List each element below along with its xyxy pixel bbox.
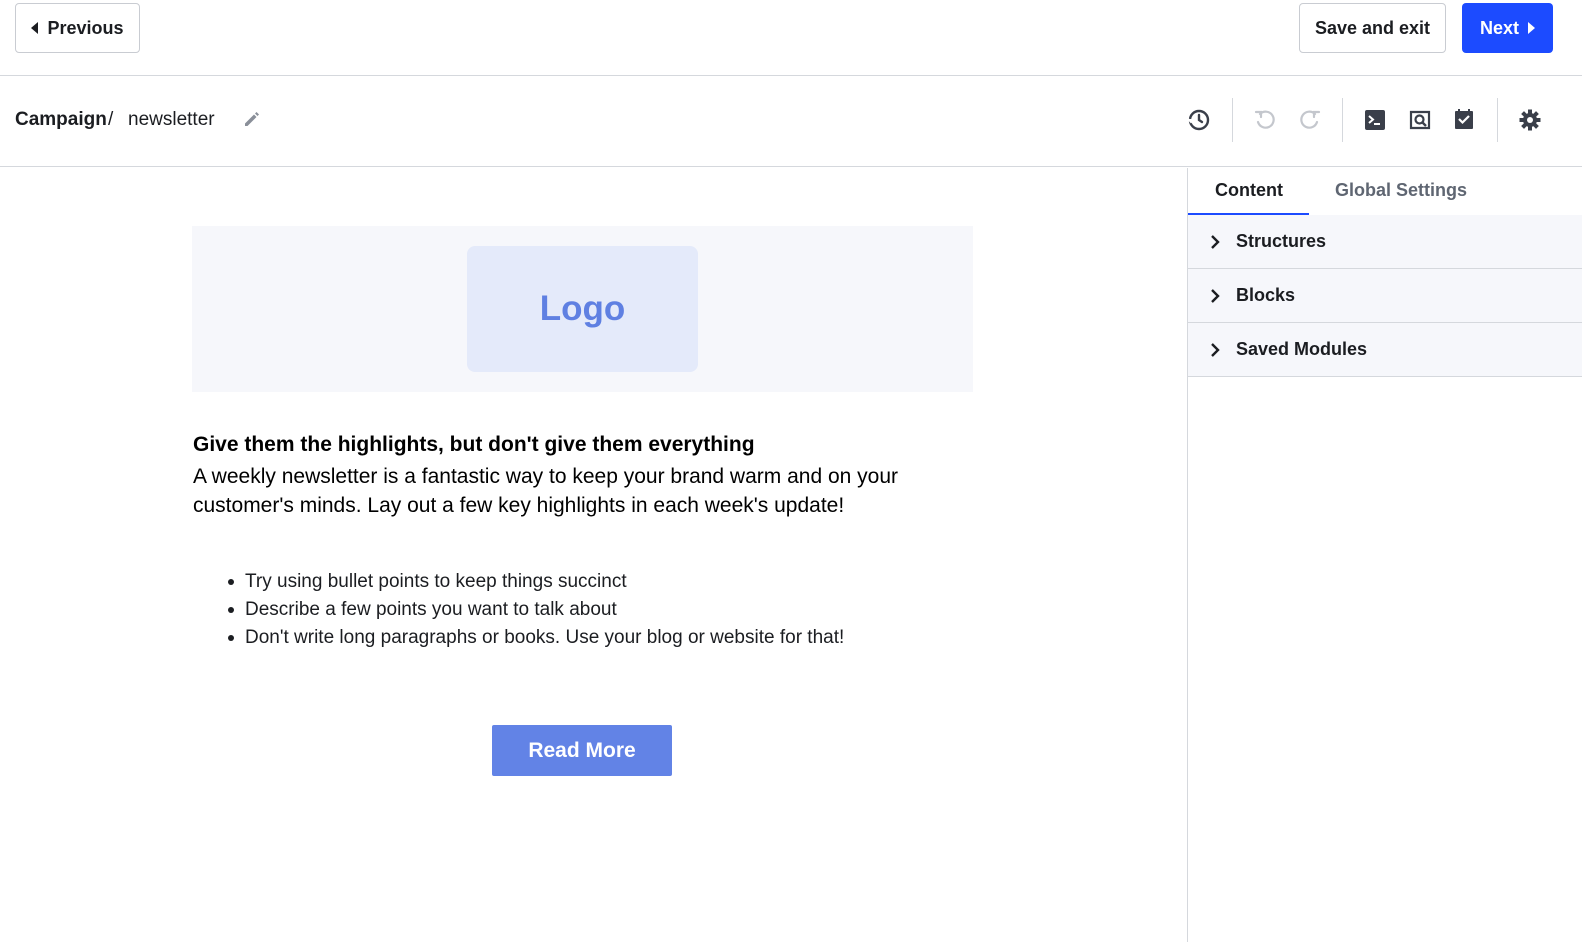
test-check-icon[interactable]	[1450, 106, 1478, 134]
history-icon[interactable]	[1185, 106, 1213, 134]
tab-global-settings[interactable]: Global Settings	[1335, 180, 1467, 201]
settings-gear-icon[interactable]	[1516, 106, 1544, 134]
undo-icon[interactable]	[1251, 106, 1279, 134]
read-more-button[interactable]: Read More	[492, 725, 672, 776]
save-and-exit-button[interactable]: Save and exit	[1299, 3, 1446, 53]
pencil-edit-icon[interactable]	[241, 108, 263, 130]
redo-icon[interactable]	[1296, 106, 1324, 134]
caret-right-icon	[1528, 22, 1535, 34]
breadcrumb-campaign[interactable]: Campaign	[15, 109, 107, 131]
accordion-structures[interactable]: Structures	[1188, 215, 1582, 269]
breadcrumb-separator: /	[108, 109, 114, 130]
save-and-exit-label: Save and exit	[1314, 17, 1431, 38]
editor-toolbar: Campaign / newsletter	[0, 77, 1582, 167]
list-item: Don't write long paragraphs or books. Us…	[228, 624, 1005, 652]
email-intro-text[interactable]: A weekly newsletter is a fantastic way t…	[193, 462, 973, 520]
accordion-blocks[interactable]: Blocks	[1188, 269, 1582, 323]
toolbar-divider	[1497, 98, 1498, 142]
chevron-right-icon	[1206, 341, 1224, 359]
toolbar-divider	[1232, 98, 1233, 142]
email-bullet-list[interactable]: Try using bullet points to keep things s…	[228, 568, 1005, 652]
accordion-saved-modules[interactable]: Saved Modules	[1188, 323, 1582, 377]
preview-icon[interactable]	[1406, 106, 1434, 134]
accordion-label: Saved Modules	[1236, 339, 1368, 359]
accordion-label: Blocks	[1236, 285, 1296, 305]
previous-button-label: Previous	[47, 17, 124, 38]
tab-content[interactable]: Content	[1215, 180, 1283, 201]
accordion-label: Structures	[1236, 231, 1327, 251]
top-navigation-bar: Previous Save and exit Next	[0, 0, 1582, 76]
chevron-right-icon	[1206, 233, 1224, 251]
list-item: Try using bullet points to keep things s…	[228, 568, 1005, 596]
panel-tabs: Content Global Settings	[1188, 168, 1582, 215]
content-side-panel: Content Global Settings Structures Block…	[1187, 168, 1582, 942]
chevron-right-icon	[1206, 287, 1224, 305]
logo-section[interactable]: Logo	[192, 226, 973, 392]
email-canvas: Logo Give them the highlights, but don't…	[0, 168, 1187, 942]
logo-placeholder[interactable]: Logo	[467, 246, 698, 372]
next-button[interactable]: Next	[1462, 3, 1553, 53]
list-item: Describe a few points you want to talk a…	[228, 596, 1005, 624]
caret-left-icon	[31, 22, 39, 34]
code-icon[interactable]	[1361, 106, 1389, 134]
previous-button[interactable]: Previous	[15, 3, 140, 53]
email-headline[interactable]: Give them the highlights, but don't give…	[193, 433, 993, 457]
next-button-label: Next	[1479, 17, 1519, 38]
toolbar-divider	[1342, 98, 1343, 142]
campaign-name: newsletter	[128, 109, 215, 130]
